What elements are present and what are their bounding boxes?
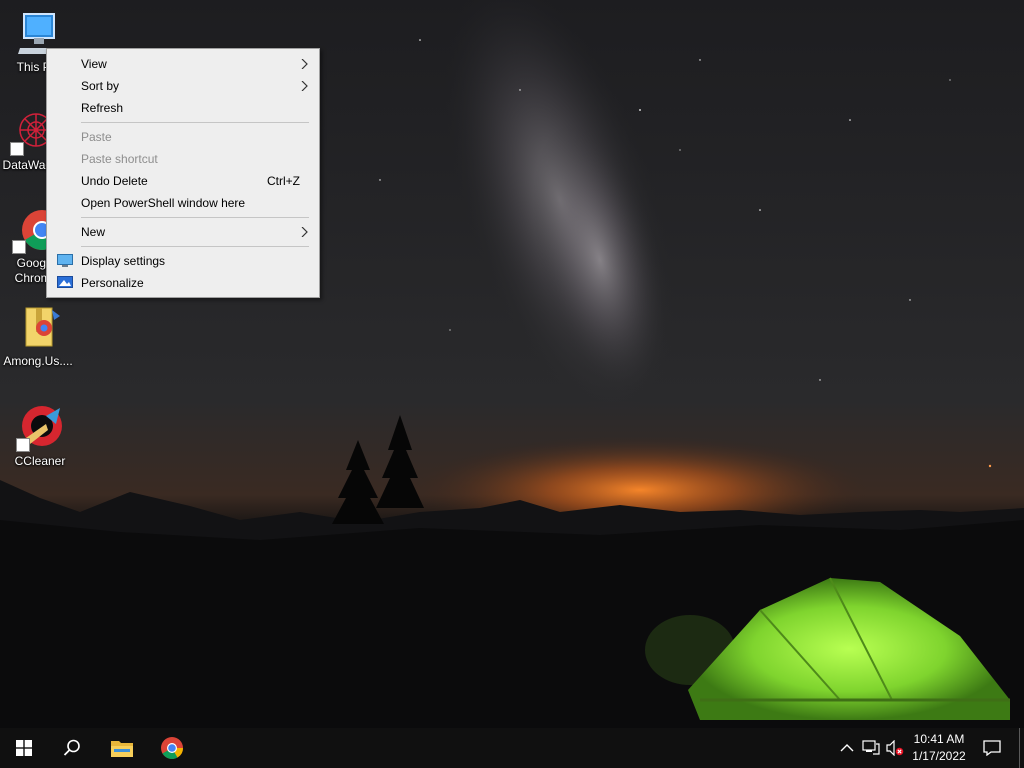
- search-icon: [63, 739, 80, 756]
- action-center-icon: [983, 740, 1001, 756]
- taskbar-clock[interactable]: 10:41 AM 1/17/2022: [906, 731, 972, 765]
- keyboard-shortcut: Ctrl+Z: [267, 174, 300, 188]
- taskbar: 10:41 AM 1/17/2022: [0, 728, 1024, 768]
- menu-item-label: Open PowerShell window here: [81, 196, 246, 210]
- clock-time: 10:41 AM: [913, 732, 965, 746]
- archive-file-icon: [14, 304, 62, 352]
- action-center-button[interactable]: [968, 728, 1016, 768]
- personalize-icon: [57, 276, 73, 288]
- search-button[interactable]: [48, 728, 96, 768]
- desktop-icon-among-us[interactable]: Among.Us....: [0, 304, 76, 369]
- display-icon: [57, 254, 73, 267]
- menu-item-new[interactable]: New: [47, 221, 319, 243]
- desktop-icon-label: Among.Us....: [3, 354, 73, 368]
- shortcut-arrow-icon: [16, 438, 30, 452]
- menu-item-display-settings[interactable]: Display settings: [47, 250, 319, 272]
- desktop-context-menu: View Sort by Refresh Paste Paste shortcu…: [46, 48, 320, 298]
- show-desktop-button[interactable]: [1019, 728, 1024, 768]
- menu-item-label: View: [81, 57, 107, 71]
- menu-separator: [81, 246, 309, 247]
- menu-item-view[interactable]: View: [47, 53, 319, 75]
- network-icon[interactable]: [862, 740, 880, 756]
- menu-item-open-powershell[interactable]: Open PowerShell window here: [47, 192, 319, 214]
- menu-item-label: Refresh: [81, 101, 124, 115]
- menu-item-paste-shortcut: Paste shortcut: [47, 148, 319, 170]
- desktop-icon-label: CCleaner: [14, 454, 66, 468]
- menu-item-label: Display settings: [81, 254, 166, 268]
- menu-item-sort-by[interactable]: Sort by: [47, 75, 319, 97]
- menu-item-undo-delete[interactable]: Undo Delete Ctrl+Z: [47, 170, 319, 192]
- menu-item-refresh[interactable]: Refresh: [47, 97, 319, 119]
- menu-item-personalize[interactable]: Personalize: [47, 272, 319, 294]
- desktop-icon-ccleaner[interactable]: CCleaner: [2, 404, 78, 469]
- volume-muted-icon[interactable]: [886, 740, 904, 756]
- file-explorer-icon: [111, 741, 133, 757]
- shortcut-arrow-icon: [12, 240, 26, 254]
- taskbar-file-explorer[interactable]: [98, 728, 146, 768]
- menu-item-label: New: [81, 225, 106, 239]
- menu-item-paste: Paste: [47, 126, 319, 148]
- menu-separator: [81, 122, 309, 123]
- clock-date: 1/17/2022: [912, 749, 966, 763]
- menu-item-label: Personalize: [81, 276, 144, 290]
- menu-item-label: Sort by: [81, 79, 120, 93]
- chevron-right-icon: [301, 81, 308, 91]
- start-button[interactable]: [0, 728, 48, 768]
- taskbar-chrome[interactable]: [148, 728, 196, 768]
- menu-item-label: Undo Delete: [81, 174, 148, 188]
- chrome-icon: [161, 737, 183, 759]
- windows-logo-icon: [16, 740, 32, 756]
- ccleaner-icon: [16, 404, 64, 452]
- menu-item-label: Paste shortcut: [81, 152, 158, 166]
- menu-item-label: Paste: [81, 130, 112, 144]
- chevron-right-icon: [301, 227, 308, 237]
- chevron-up-icon[interactable]: [838, 740, 856, 756]
- shortcut-arrow-icon: [10, 142, 24, 156]
- menu-separator: [81, 217, 309, 218]
- chevron-right-icon: [301, 59, 308, 69]
